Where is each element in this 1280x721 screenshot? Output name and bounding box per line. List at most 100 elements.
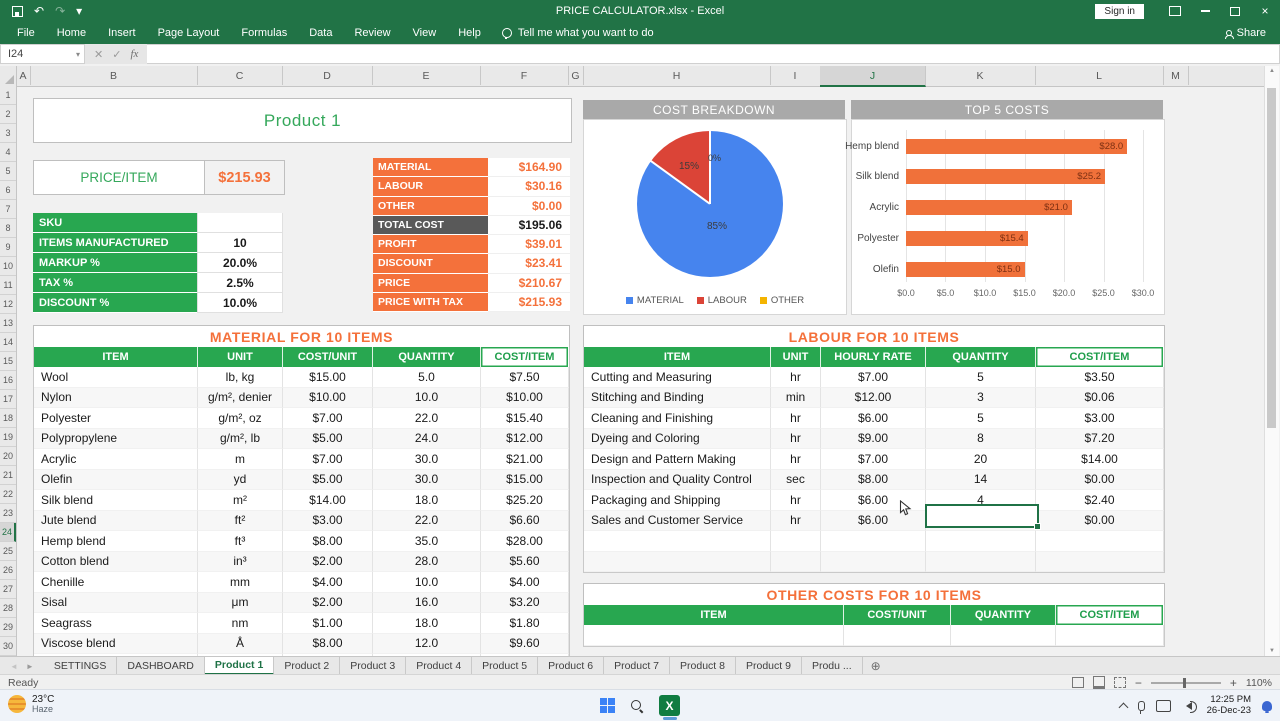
column-header[interactable]: D (282, 66, 373, 85)
cell[interactable]: $3.00 (1036, 408, 1164, 429)
undo-icon[interactable]: ↶ (34, 5, 44, 17)
cell[interactable]: ft² (198, 510, 283, 531)
cell[interactable]: Design and Pattern Making (584, 449, 771, 470)
insert-function-icon[interactable]: fx (130, 48, 138, 60)
row-header[interactable]: 6 (0, 181, 16, 200)
row-header[interactable]: 11 (0, 276, 16, 295)
customize-toolbar-icon[interactable]: ▾ (76, 5, 82, 17)
summary-value-cell[interactable]: $0.00 (488, 196, 570, 216)
cell[interactable]: 22.0 (373, 510, 481, 531)
sheet-tab[interactable]: Product 9 (736, 657, 802, 675)
enter-icon[interactable]: ✓ (112, 48, 121, 61)
cell[interactable]: g/m², oz (198, 408, 283, 429)
cell[interactable]: $7.20 (1036, 428, 1164, 449)
table-header-cell[interactable]: ITEM (584, 347, 771, 367)
cell[interactable] (926, 531, 1036, 552)
minimize-button[interactable] (1190, 0, 1220, 22)
scroll-down-icon[interactable]: ▼ (1265, 648, 1279, 654)
summary-value-cell[interactable]: $30.16 (488, 177, 570, 197)
close-button[interactable]: × (1250, 0, 1280, 22)
bar-chart[interactable]: $0.0 $5.0 $10.0 $15.0 $20.0 $25.0 $30.0 Hemp bl… (845, 119, 1165, 315)
row-header[interactable]: 22 (0, 485, 16, 504)
cell[interactable]: 16.0 (373, 592, 481, 613)
cell[interactable]: Acrylic (34, 449, 198, 470)
row-header[interactable]: 10 (0, 257, 16, 276)
cell[interactable]: hr (771, 408, 821, 429)
table-header-cell[interactable]: COST/UNIT (283, 347, 373, 367)
zoom-level[interactable]: 110% (1246, 677, 1272, 689)
cell[interactable]: $0.06 (1036, 387, 1164, 408)
cell[interactable]: $12.00 (821, 387, 926, 408)
cell[interactable]: $14.00 (283, 490, 373, 511)
select-all-corner[interactable] (0, 66, 17, 86)
summary-value-cell[interactable]: $215.93 (488, 292, 570, 312)
display-icon[interactable] (1155, 699, 1171, 712)
column-header[interactable]: J (820, 66, 926, 87)
cell[interactable]: Polyester (34, 408, 198, 429)
cell[interactable]: Viscose blend (34, 633, 198, 654)
table-header-cell[interactable]: QUANTITY (926, 347, 1036, 367)
param-value-cell[interactable]: 20.0% (197, 253, 283, 273)
cell[interactable]: 8 (926, 428, 1036, 449)
cell[interactable]: 14 (926, 469, 1036, 490)
search-icon[interactable] (631, 699, 643, 712)
row-header[interactable]: 13 (0, 314, 16, 333)
column-header[interactable]: G (568, 66, 584, 85)
taskbar-clock[interactable]: 12:25 PM 26-Dec-23 (1207, 694, 1251, 717)
cell[interactable] (584, 551, 771, 572)
cell[interactable]: $0.00 (1036, 510, 1164, 531)
cell[interactable] (1056, 625, 1164, 646)
cell[interactable]: $5.00 (283, 469, 373, 490)
sheet-tab[interactable]: DASHBOARD (117, 657, 205, 675)
prev-sheet-icon[interactable]: ◄ (10, 662, 18, 671)
name-box[interactable]: I24 ▾ (0, 44, 85, 64)
row-header[interactable]: 20 (0, 447, 16, 466)
tell-me-box[interactable]: Tell me what you want to do (501, 27, 654, 39)
new-sheet-icon[interactable]: ⊕ (863, 657, 889, 675)
cell[interactable]: $2.00 (283, 551, 373, 572)
cell[interactable]: m² (198, 490, 283, 511)
table-header-cell[interactable]: QUANTITY (373, 347, 481, 367)
name-box-dropdown-icon[interactable]: ▾ (76, 50, 80, 59)
cell[interactable]: $9.60 (481, 633, 569, 654)
cell[interactable]: 30.0 (373, 449, 481, 470)
row-header[interactable]: 19 (0, 428, 16, 447)
cell[interactable]: $12.00 (481, 428, 569, 449)
sign-in-button[interactable]: Sign in (1095, 3, 1144, 19)
price-per-item-box[interactable]: PRICE/ITEM $215.93 (33, 160, 285, 195)
summary-value-cell[interactable]: $210.67 (488, 273, 570, 293)
cell[interactable]: μm (198, 592, 283, 613)
cell[interactable]: 18.0 (373, 613, 481, 634)
ribbon-tab[interactable]: Page Layout (147, 22, 231, 44)
share-button[interactable]: Share (1224, 27, 1266, 39)
zoom-out-icon[interactable]: − (1135, 677, 1142, 689)
row-header[interactable]: 2 (0, 105, 16, 124)
ribbon-tab[interactable]: Home (46, 22, 97, 44)
speaker-icon[interactable] (1182, 700, 1197, 713)
column-header[interactable]: M (1163, 66, 1189, 85)
row-header[interactable]: 4 (0, 143, 16, 162)
cell[interactable]: 28.0 (373, 551, 481, 572)
cell[interactable]: Sales and Customer Service (584, 510, 771, 531)
selected-cell[interactable] (925, 504, 1041, 530)
cell[interactable]: Hemp blend (34, 531, 198, 552)
sheet-tab[interactable]: Product 3 (340, 657, 407, 675)
cell[interactable] (821, 531, 926, 552)
cell[interactable]: $6.00 (821, 408, 926, 429)
microphone-icon[interactable] (1137, 700, 1145, 714)
row-header[interactable]: 7 (0, 200, 16, 219)
cell[interactable]: hr (771, 490, 821, 511)
sheet-tab[interactable]: Product 5 (472, 657, 539, 675)
column-header[interactable]: E (372, 66, 481, 85)
column-header[interactable]: F (480, 66, 569, 85)
cell[interactable]: Å (198, 633, 283, 654)
cell[interactable]: Seagrass (34, 613, 198, 634)
ribbon-tab[interactable]: Review (343, 22, 401, 44)
cell[interactable]: 10.0 (373, 572, 481, 593)
cell[interactable]: 22.0 (373, 408, 481, 429)
row-header[interactable]: 25 (0, 542, 16, 561)
cell[interactable]: $8.00 (283, 531, 373, 552)
cell[interactable]: $0.00 (1036, 469, 1164, 490)
cell[interactable]: 35.0 (373, 531, 481, 552)
cell[interactable]: $7.50 (481, 367, 569, 388)
